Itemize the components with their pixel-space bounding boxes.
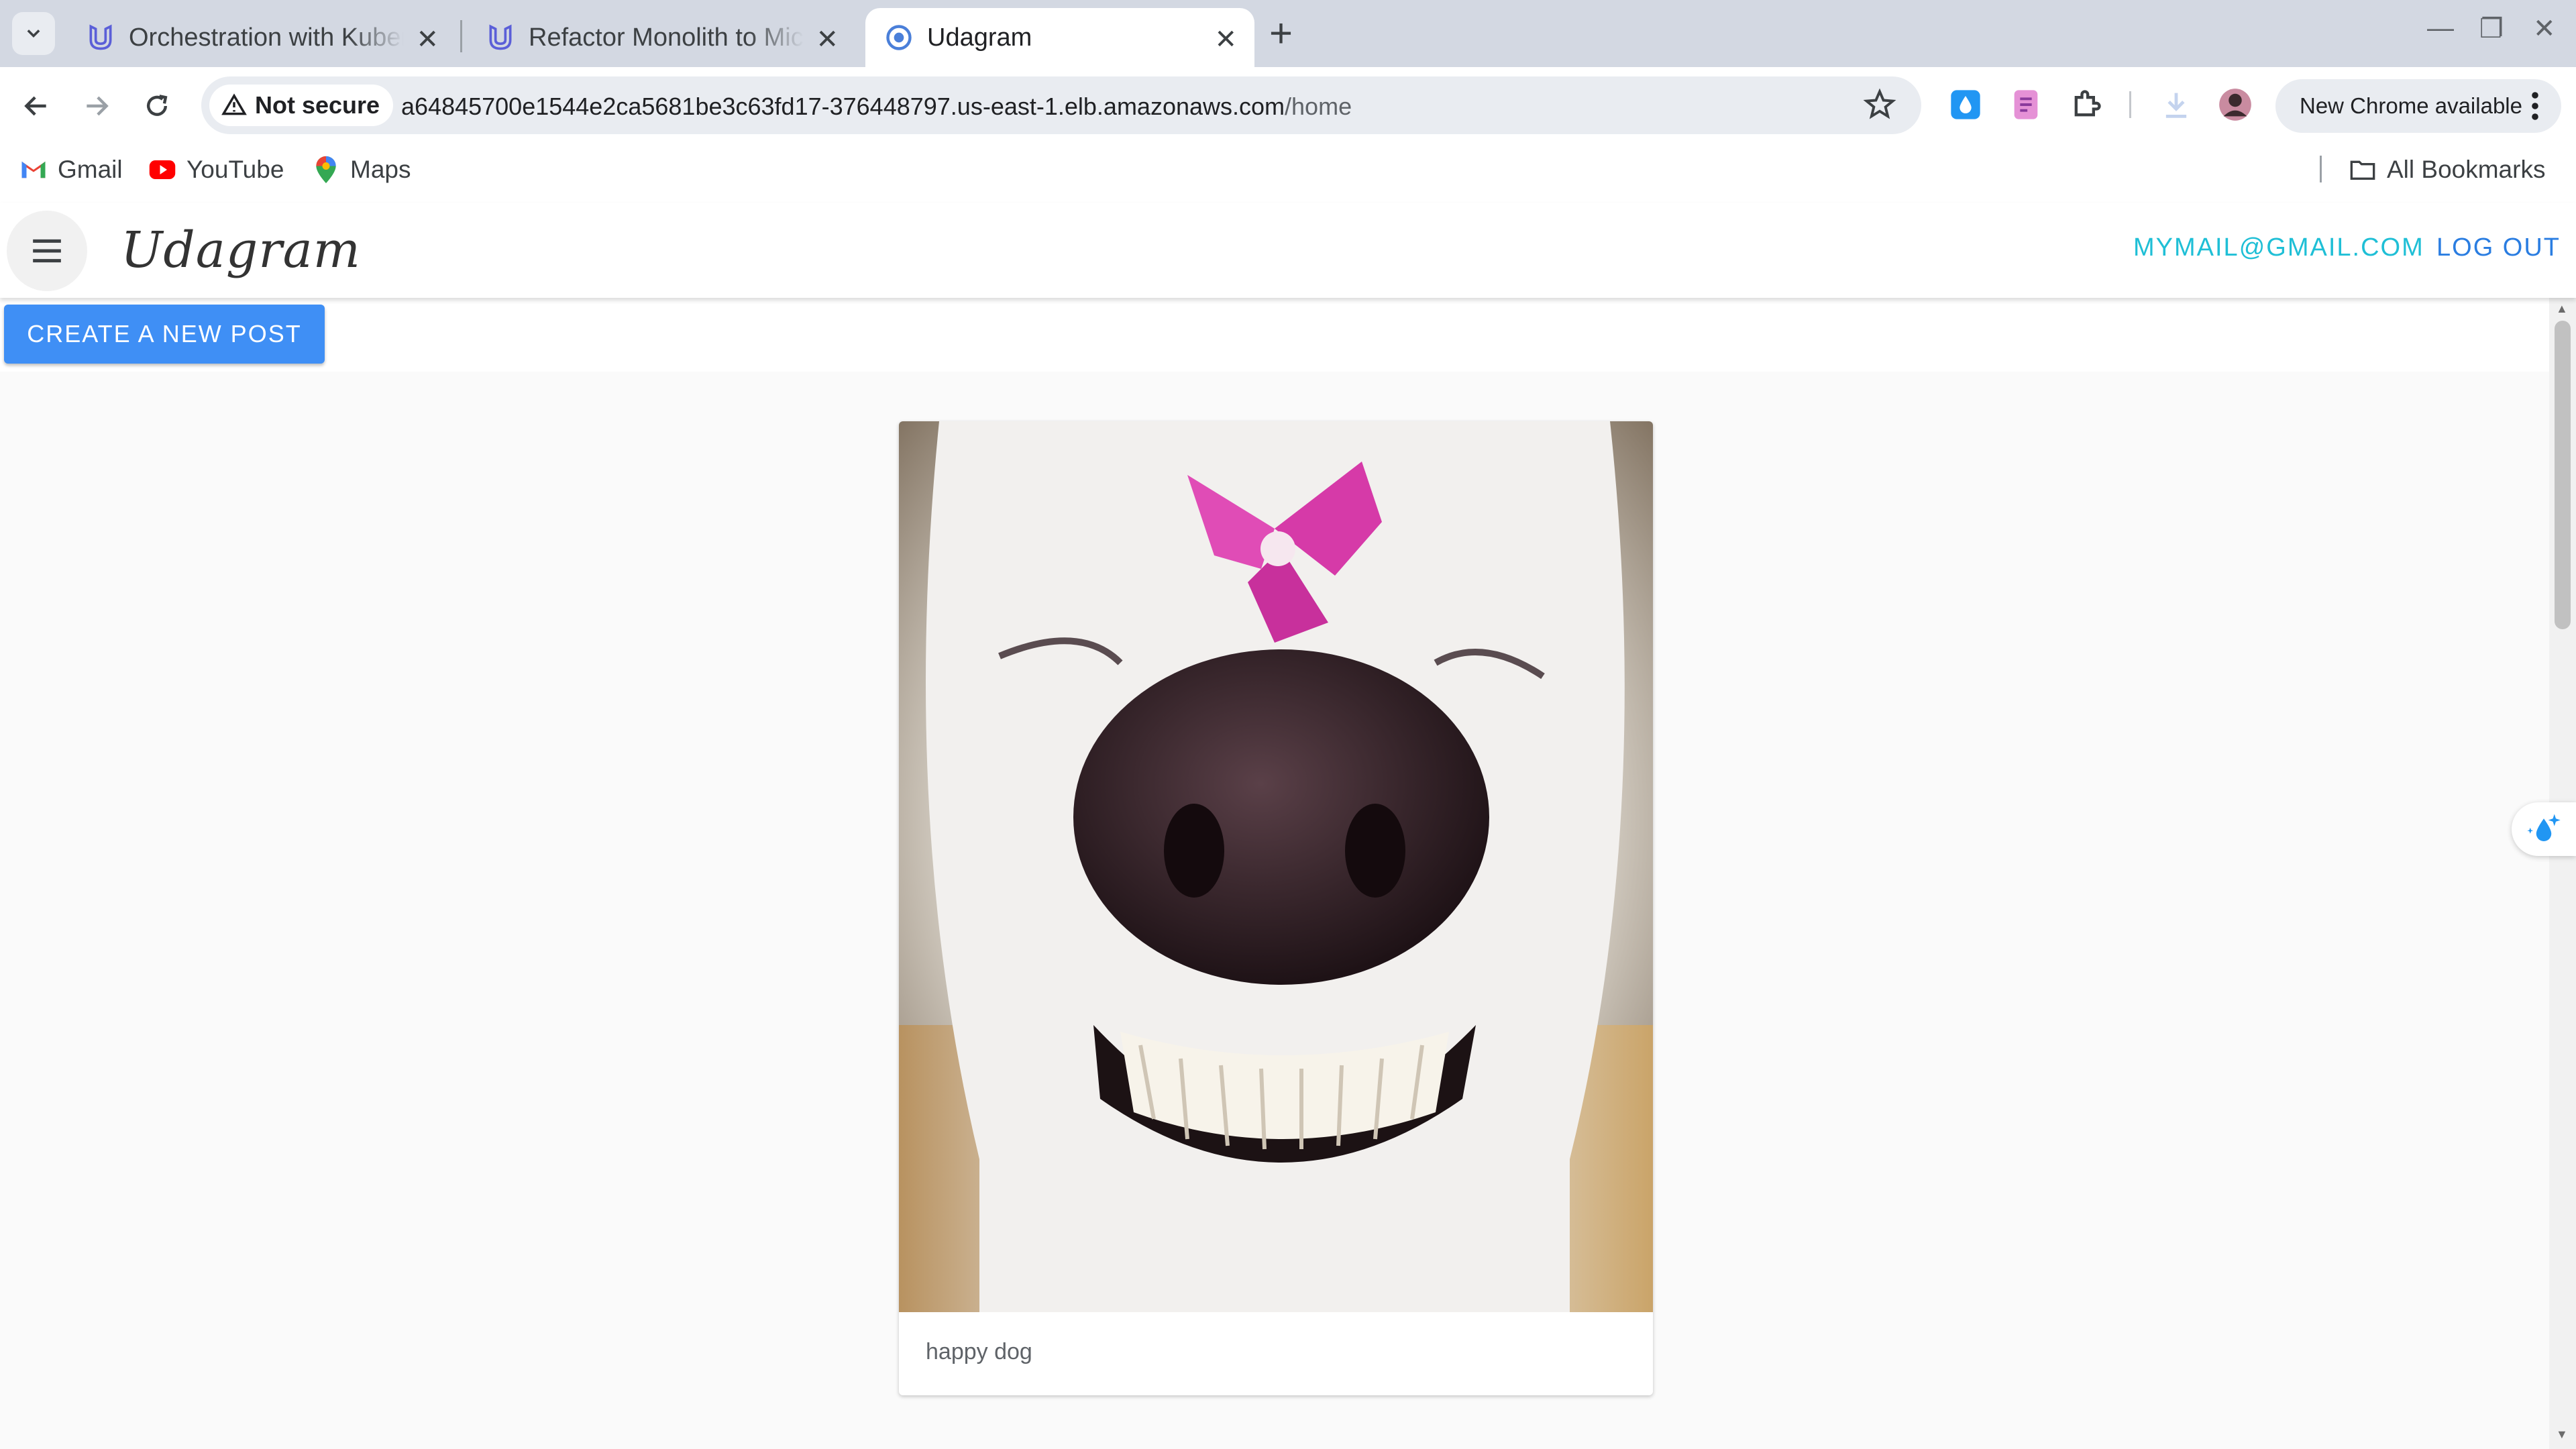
tab-title: Udagram <box>927 23 1032 52</box>
create-post-button[interactable]: CREATE A NEW POST <box>4 305 325 364</box>
warning-icon <box>221 93 247 115</box>
restore-icon[interactable]: ❐ <box>2479 13 2504 44</box>
more-vertical-icon <box>2532 92 2538 120</box>
youtube-icon <box>148 155 177 184</box>
new-tab-button[interactable]: + <box>1269 12 1293 55</box>
url-host: a64845700e1544e2ca5681be3c63fd17-3764487… <box>401 93 1285 120</box>
security-indicator[interactable]: Not secure <box>209 85 394 126</box>
drop-extension-icon[interactable] <box>1948 87 1983 122</box>
tab-search-button[interactable] <box>12 12 55 55</box>
app-header: Udagram MYMAIL@GMAIL.COM LOG OUT <box>0 203 2576 298</box>
udacity-icon <box>89 24 112 50</box>
close-icon[interactable]: ✕ <box>416 24 439 55</box>
bookmark-gmail[interactable]: Gmail <box>19 152 123 188</box>
url-text[interactable]: a64845700e1544e2ca5681be3c63fd17-3764487… <box>401 93 1352 121</box>
arrow-right-icon <box>87 96 109 116</box>
all-bookmarks-label: All Bookmarks <box>2387 156 2546 183</box>
logout-link[interactable]: LOG OUT <box>2436 233 2561 262</box>
arrow-left-icon <box>24 96 46 116</box>
minimize-icon[interactable]: — <box>2427 13 2454 44</box>
close-icon[interactable]: ✕ <box>1214 24 1237 55</box>
bookmark-label: YouTube <box>186 156 284 183</box>
scroll-up-arrow-icon[interactable]: ▲ <box>2556 302 2568 316</box>
bookmarks-divider <box>2320 156 2322 182</box>
sparkle-drop-icon <box>2527 814 2561 841</box>
toolbar-divider <box>2129 91 2131 118</box>
url-path: /home <box>1285 93 1352 120</box>
forward-button[interactable] <box>75 85 118 127</box>
reload-icon <box>146 95 168 116</box>
download-icon[interactable] <box>2159 87 2194 122</box>
close-icon[interactable]: ✕ <box>816 24 839 55</box>
new-chrome-available-button[interactable]: New Chrome available <box>2275 79 2561 133</box>
tab-title: Orchestration with Kubernetes <box>129 23 404 52</box>
menu-button[interactable] <box>7 211 87 291</box>
action-bar <box>0 298 2549 372</box>
floating-assistant-button[interactable] <box>2512 802 2576 856</box>
new-chrome-label: New Chrome available <box>2300 93 2522 118</box>
scrollbar-thumb[interactable] <box>2555 321 2571 629</box>
bookmark-maps[interactable]: Maps <box>311 152 411 188</box>
post-image[interactable] <box>899 421 1653 1312</box>
close-window-icon[interactable]: ✕ <box>2533 13 2556 44</box>
tab-divider <box>460 20 462 52</box>
all-bookmarks-button[interactable]: All Bookmarks <box>2348 152 2545 188</box>
bookmark-label: Gmail <box>58 156 123 183</box>
extensions-puzzle-icon[interactable] <box>2069 87 2104 122</box>
maps-icon <box>311 155 341 184</box>
tab-udagram[interactable]: Udagram ✕ <box>865 8 1254 67</box>
post-card: happy dog <box>899 421 1653 1395</box>
bookmark-label: Maps <box>350 156 411 183</box>
profile-avatar-icon[interactable] <box>2218 87 2253 122</box>
globe-icon <box>886 25 912 50</box>
chevron-down-icon <box>27 30 40 38</box>
udacity-icon <box>489 24 512 50</box>
not-secure-label: Not secure <box>255 91 380 119</box>
user-email-link[interactable]: MYMAIL@GMAIL.COM <box>2133 233 2424 262</box>
post-caption: happy dog <box>926 1339 1032 1364</box>
gmail-icon <box>19 155 48 184</box>
app-logo[interactable]: Udagram <box>121 221 361 279</box>
tab-refactor[interactable]: Refactor Monolith to Microservices ✕ <box>467 8 856 67</box>
folder-icon <box>2348 155 2377 184</box>
notes-extension-icon[interactable] <box>2008 87 2043 122</box>
hamburger-menu-icon <box>33 239 61 263</box>
bookmark-star-icon[interactable] <box>1862 87 1897 122</box>
tab-title: Refactor Monolith to Microservices <box>529 23 804 52</box>
reload-button[interactable] <box>136 85 178 127</box>
tab-orchestration[interactable]: Orchestration with Kubernetes ✕ <box>67 8 456 67</box>
scroll-down-arrow-icon[interactable]: ▼ <box>2556 1428 2568 1442</box>
back-button[interactable] <box>15 85 58 127</box>
bookmark-youtube[interactable]: YouTube <box>148 152 284 188</box>
